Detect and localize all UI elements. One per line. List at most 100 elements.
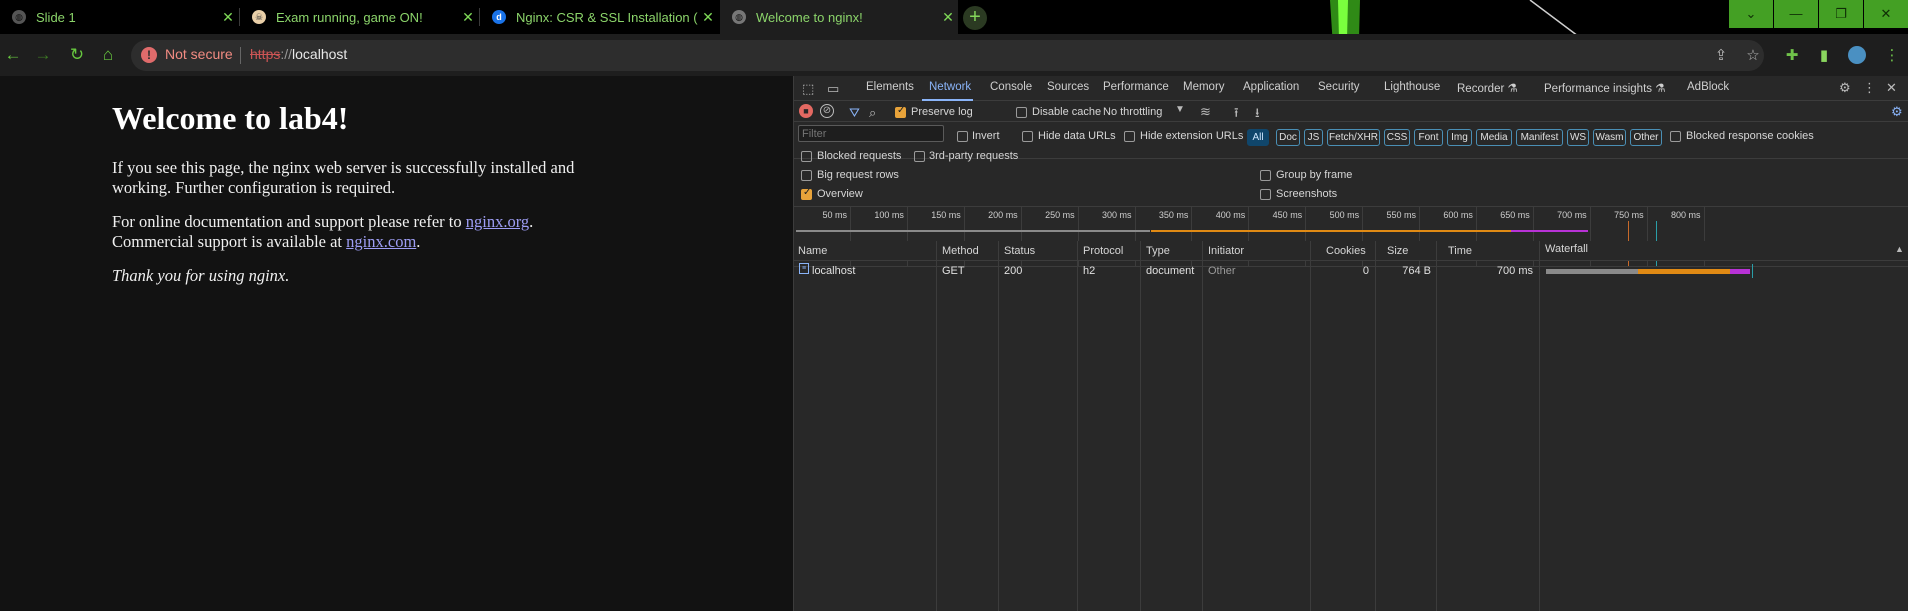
tab-console[interactable]: Console (990, 81, 1032, 93)
column-name[interactable]: Name (798, 245, 827, 257)
close-icon[interactable]: ✕ (458, 9, 478, 26)
devtools-panel: ⬚ ▭ Elements Network Console Sources Per… (793, 76, 1908, 611)
col-divider (1310, 241, 1311, 611)
request-name[interactable]: localhost (812, 265, 855, 277)
tab-recorder-label: Recorder (1457, 83, 1505, 95)
thanks-text: Thank you for using nginx. (112, 266, 290, 285)
address-bar[interactable] (131, 40, 1764, 71)
waterfall-queue-bar (1546, 269, 1638, 274)
column-size[interactable]: Size (1387, 245, 1408, 257)
restore-button[interactable]: ❐ (1819, 0, 1863, 28)
column-status[interactable]: Status (1004, 245, 1035, 257)
avatar[interactable] (1847, 46, 1867, 66)
column-time[interactable]: Time (1448, 245, 1472, 257)
nginx-org-link[interactable]: nginx.org (466, 212, 529, 231)
forward-icon[interactable]: → (33, 45, 53, 65)
home-icon[interactable]: ⌂ (98, 45, 118, 65)
support-text: For online documentation and support ple… (112, 212, 466, 231)
url-separator: :// (280, 46, 293, 62)
warning-icon[interactable]: ! (141, 47, 157, 63)
tab-application[interactable]: Application (1243, 81, 1299, 93)
tab-elements[interactable]: Elements (866, 81, 914, 93)
url-host: localhost (292, 46, 348, 62)
timeline-tick-label: 100 ms (874, 210, 904, 220)
timeline-tick-label: 250 ms (1045, 210, 1075, 220)
d-icon: d (492, 10, 506, 24)
inspect-element-icon[interactable]: ⬚ (802, 81, 814, 97)
share-icon[interactable]: ⇪ (1711, 46, 1731, 66)
menu-icon[interactable]: ⋮ (1882, 46, 1902, 66)
timeline-tick-label: 200 ms (988, 210, 1018, 220)
close-icon[interactable]: ✕ (938, 9, 958, 26)
extensions-icon[interactable]: ✚ (1782, 46, 1802, 66)
reload-icon[interactable]: ↻ (67, 45, 87, 65)
tab-title: Welcome to nginx! (756, 9, 863, 25)
security-chip[interactable]: Not secure (165, 46, 233, 62)
tab-slide-1[interactable]: ◍ Slide 1 ✕ (0, 0, 238, 34)
tab-performance-insights[interactable]: Performance insights ⚗ (1544, 81, 1666, 95)
timeline-tick-label: 750 ms (1614, 210, 1644, 220)
tab-recorder[interactable]: Recorder ⚗ (1457, 81, 1518, 95)
overview-download-bar (1511, 230, 1588, 232)
tab-network[interactable]: Network (929, 81, 971, 93)
column-method[interactable]: Method (942, 245, 979, 257)
close-icon[interactable]: ✕ (698, 9, 718, 26)
side-panel-icon[interactable]: ▮ (1814, 46, 1834, 66)
timeline-tick-label: 500 ms (1329, 210, 1360, 220)
timeline-tick-label: 800 ms (1670, 210, 1701, 220)
col-divider (1539, 241, 1540, 611)
tab-welcome-nginx[interactable]: ◍ Welcome to nginx! ✕ (720, 0, 958, 34)
tab-memory[interactable]: Memory (1183, 81, 1225, 93)
back-icon[interactable]: ← (3, 45, 23, 65)
tab-title: Exam running, game ON! (276, 9, 423, 25)
close-devtools-icon[interactable]: ✕ (1886, 80, 1897, 96)
overview-queue-bar (796, 230, 1150, 232)
timeline-tick-label: 550 ms (1386, 210, 1416, 220)
column-type[interactable]: Type (1146, 245, 1170, 257)
commercial-text: Commercial support is available at (112, 232, 347, 251)
request-status: 200 (1004, 265, 1023, 277)
tab-security[interactable]: Security (1318, 81, 1360, 93)
column-waterfall[interactable]: Waterfall (1545, 243, 1588, 255)
request-type: document (1146, 265, 1195, 277)
support-text-period: . (529, 212, 534, 231)
timeline-tick-label: 400 ms (1215, 210, 1246, 220)
overview-waiting-bar (1151, 230, 1511, 232)
waterfall-waiting-bar (1638, 269, 1730, 274)
sort-ascending-icon[interactable]: ▲ (1895, 244, 1904, 254)
more-options-icon[interactable]: ⋮ (1863, 80, 1876, 96)
url-text[interactable]: https://localhost (250, 46, 347, 62)
timeline-tick-label: 450 ms (1272, 210, 1303, 220)
column-protocol[interactable]: Protocol (1083, 245, 1123, 257)
menu-dropdown-icon[interactable]: ⌄ (1729, 0, 1773, 28)
request-time: 700 ms (1496, 265, 1533, 277)
commercial-text-period: . (416, 232, 421, 251)
globe-icon: ◍ (12, 10, 26, 24)
request-initiator: Other (1208, 265, 1236, 277)
close-icon[interactable]: ✕ (218, 9, 238, 26)
globe-icon: ◍ (732, 10, 746, 24)
overview-top-border (794, 206, 1908, 207)
new-tab-button[interactable]: + (963, 6, 987, 30)
active-tab-underline (922, 99, 973, 101)
close-window-button[interactable]: ✕ (1864, 0, 1908, 28)
timeline-tick-label: 350 ms (1158, 210, 1189, 220)
url-protocol: https (250, 46, 281, 62)
tab-exam[interactable]: ☠ Exam running, game ON! ✕ (240, 0, 478, 34)
tab-lighthouse[interactable]: Lighthouse (1384, 81, 1440, 93)
timeline-tick-label: 600 ms (1443, 210, 1473, 220)
tab-nginx-csr[interactable]: d Nginx: CSR & SSL Installation (O ✕ (480, 0, 718, 34)
timeline-tick-label: 700 ms (1557, 210, 1587, 220)
column-initiator[interactable]: Initiator (1208, 245, 1244, 257)
device-toolbar-icon[interactable]: ▭ (827, 81, 839, 97)
tab-sources[interactable]: Sources (1047, 81, 1089, 93)
settings-gear-icon[interactable]: ⚙ (1839, 80, 1851, 96)
bookmark-star-icon[interactable]: ☆ (1743, 46, 1763, 66)
nginx-com-link[interactable]: nginx.com (346, 232, 416, 251)
flask-icon: ⚗ (1507, 83, 1518, 95)
intro-paragraph: If you see this page, the nginx web serv… (112, 158, 575, 197)
tab-adblock[interactable]: AdBlock (1687, 81, 1729, 93)
minimize-button[interactable]: — (1774, 0, 1818, 28)
column-cookies[interactable]: Cookies (1326, 245, 1366, 257)
tab-performance[interactable]: Performance (1103, 81, 1169, 93)
